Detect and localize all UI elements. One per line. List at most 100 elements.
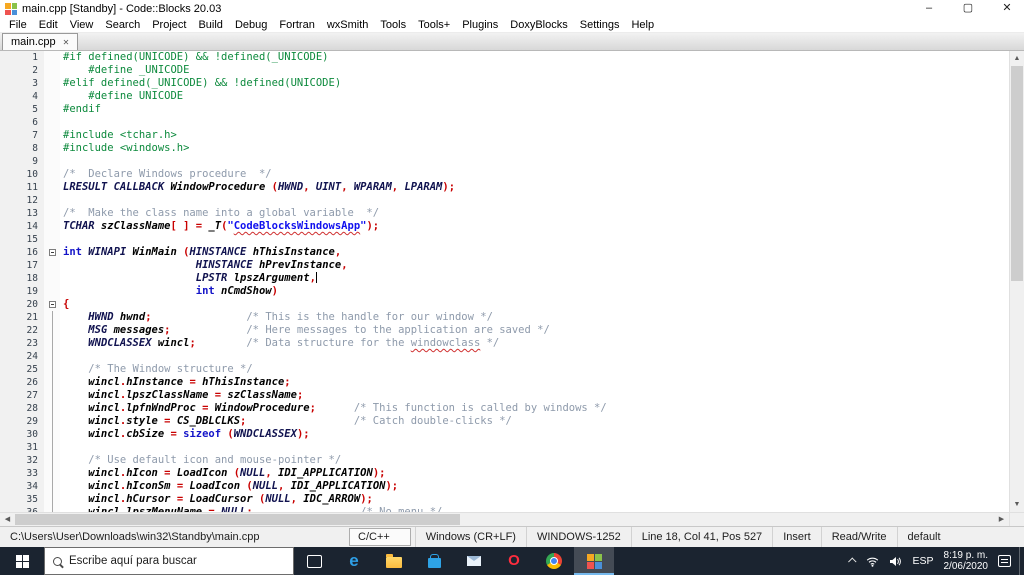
- line-number[interactable]: 5: [0, 103, 44, 116]
- line-number[interactable]: 30: [0, 428, 44, 441]
- code-line-5[interactable]: 5 #endif: [0, 103, 1009, 116]
- code-line-34[interactable]: 34 wincl.hIconSm = LoadIcon (NULL, IDI_A…: [0, 480, 1009, 493]
- fold-marker-icon[interactable]: [44, 298, 60, 311]
- code-line-24[interactable]: 24: [0, 350, 1009, 363]
- line-number[interactable]: 9: [0, 155, 44, 168]
- close-button[interactable]: ✕: [990, 0, 1024, 18]
- code-line-7[interactable]: 7 #include <tchar.h>: [0, 129, 1009, 142]
- code-line-17[interactable]: 17 HINSTANCE hPrevInstance,: [0, 259, 1009, 272]
- code-line-12[interactable]: 12: [0, 194, 1009, 207]
- code-editor[interactable]: 1 #if defined(UNICODE) && !defined(_UNICO…: [0, 51, 1024, 512]
- code-line-20[interactable]: 20 {: [0, 298, 1009, 311]
- chrome-button[interactable]: [534, 547, 574, 575]
- code-line-29[interactable]: 29 wincl.style = CS_DBLCLKS; /* Catch do…: [0, 415, 1009, 428]
- code-line-19[interactable]: 19 int nCmdShow): [0, 285, 1009, 298]
- code-line-23[interactable]: 23 WNDCLASSEX wincl; /* Data structure f…: [0, 337, 1009, 350]
- line-number[interactable]: 2: [0, 64, 44, 77]
- code-line-33[interactable]: 33 wincl.hIcon = LoadIcon (NULL, IDI_APP…: [0, 467, 1009, 480]
- code-line-15[interactable]: 15: [0, 233, 1009, 246]
- menu-help[interactable]: Help: [625, 19, 660, 31]
- line-number[interactable]: 10: [0, 168, 44, 181]
- horizontal-scroll-thumb[interactable]: [15, 514, 460, 525]
- language-indicator[interactable]: ESP: [912, 555, 933, 567]
- line-number[interactable]: 7: [0, 129, 44, 142]
- code-line-27[interactable]: 27 wincl.lpszClassName = szClassName;: [0, 389, 1009, 402]
- code-line-31[interactable]: 31: [0, 441, 1009, 454]
- vertical-scrollbar[interactable]: [1009, 51, 1024, 512]
- edge-button[interactable]: [334, 547, 374, 575]
- show-desktop-button[interactable]: [1019, 547, 1024, 575]
- line-number[interactable]: 22: [0, 324, 44, 337]
- menu-project[interactable]: Project: [146, 19, 192, 31]
- line-number[interactable]: 19: [0, 285, 44, 298]
- code-line-13[interactable]: 13 /* Make the class name into a global v…: [0, 207, 1009, 220]
- menu-build[interactable]: Build: [192, 19, 228, 31]
- menu-plugins[interactable]: Plugins: [456, 19, 504, 31]
- menu-doxyblocks[interactable]: DoxyBlocks: [504, 19, 573, 31]
- line-number[interactable]: 18: [0, 272, 44, 285]
- line-number[interactable]: 6: [0, 116, 44, 129]
- vertical-scroll-thumb[interactable]: [1011, 66, 1023, 281]
- clock[interactable]: 8:19 p. m. 2/06/2020: [944, 550, 989, 572]
- scroll-right-icon[interactable]: [994, 513, 1009, 526]
- line-number[interactable]: 24: [0, 350, 44, 363]
- scroll-up-icon[interactable]: [1010, 51, 1024, 66]
- line-number[interactable]: 33: [0, 467, 44, 480]
- volume-icon[interactable]: [889, 556, 902, 567]
- code-line-22[interactable]: 22 MSG messages; /* Here messages to the…: [0, 324, 1009, 337]
- menu-edit[interactable]: Edit: [33, 19, 64, 31]
- line-number[interactable]: 25: [0, 363, 44, 376]
- code-line-35[interactable]: 35 wincl.hCursor = LoadCursor (NULL, IDC…: [0, 493, 1009, 506]
- menu-fortran[interactable]: Fortran: [273, 19, 320, 31]
- scroll-down-icon[interactable]: [1010, 497, 1024, 512]
- line-number[interactable]: 8: [0, 142, 44, 155]
- line-number[interactable]: 3: [0, 77, 44, 90]
- code-line-9[interactable]: 9: [0, 155, 1009, 168]
- code-line-30[interactable]: 30 wincl.cbSize = sizeof (WNDCLASSEX);: [0, 428, 1009, 441]
- line-number[interactable]: 21: [0, 311, 44, 324]
- code-line-21[interactable]: 21 HWND hwnd; /* This is the handle for …: [0, 311, 1009, 324]
- codeblocks-taskbar-button[interactable]: [574, 547, 614, 575]
- line-number[interactable]: 29: [0, 415, 44, 428]
- code-line-8[interactable]: 8 #include <windows.h>: [0, 142, 1009, 155]
- line-number[interactable]: 23: [0, 337, 44, 350]
- line-number[interactable]: 15: [0, 233, 44, 246]
- menu-file[interactable]: File: [3, 19, 33, 31]
- line-number[interactable]: 31: [0, 441, 44, 454]
- taskbar-search[interactable]: [44, 547, 294, 575]
- menu-view[interactable]: View: [64, 19, 100, 31]
- mail-button[interactable]: [454, 547, 494, 575]
- menu-wxsmith[interactable]: wxSmith: [321, 19, 375, 31]
- action-center-icon[interactable]: [998, 555, 1011, 567]
- line-number[interactable]: 26: [0, 376, 44, 389]
- opera-button[interactable]: [494, 547, 534, 575]
- search-input[interactable]: [69, 555, 285, 567]
- line-number[interactable]: 11: [0, 181, 44, 194]
- menu-tools[interactable]: Tools+: [412, 19, 456, 31]
- line-number[interactable]: 13: [0, 207, 44, 220]
- code-line-26[interactable]: 26 wincl.hInstance = hThisInstance;: [0, 376, 1009, 389]
- line-number[interactable]: 1: [0, 51, 44, 64]
- start-button[interactable]: [0, 547, 44, 575]
- code-line-1[interactable]: 1 #if defined(UNICODE) && !defined(_UNICO…: [0, 51, 1009, 64]
- line-number[interactable]: 34: [0, 480, 44, 493]
- line-number[interactable]: 4: [0, 90, 44, 103]
- code-line-2[interactable]: 2 #define _UNICODE: [0, 64, 1009, 77]
- line-number[interactable]: 17: [0, 259, 44, 272]
- scroll-left-icon[interactable]: [0, 513, 15, 526]
- code-line-28[interactable]: 28 wincl.lpfnWndProc = WindowProcedure; …: [0, 402, 1009, 415]
- code-line-25[interactable]: 25 /* The Window structure */: [0, 363, 1009, 376]
- network-icon[interactable]: [866, 556, 879, 567]
- line-number[interactable]: 20: [0, 298, 44, 311]
- task-view-button[interactable]: [294, 547, 334, 575]
- horizontal-scrollbar[interactable]: [0, 512, 1024, 526]
- menu-debug[interactable]: Debug: [229, 19, 273, 31]
- menu-tools[interactable]: Tools: [374, 19, 412, 31]
- line-number[interactable]: 27: [0, 389, 44, 402]
- code-line-10[interactable]: 10 /* Declare Windows procedure */: [0, 168, 1009, 181]
- code-area[interactable]: 1 #if defined(UNICODE) && !defined(_UNICO…: [0, 51, 1009, 512]
- code-line-14[interactable]: 14 TCHAR szClassName[ ] = _T("CodeBlocksW…: [0, 220, 1009, 233]
- tab-main-cpp[interactable]: main.cpp ✕: [2, 33, 79, 50]
- menu-search[interactable]: Search: [99, 19, 146, 31]
- maximize-button[interactable]: ▢: [951, 0, 985, 18]
